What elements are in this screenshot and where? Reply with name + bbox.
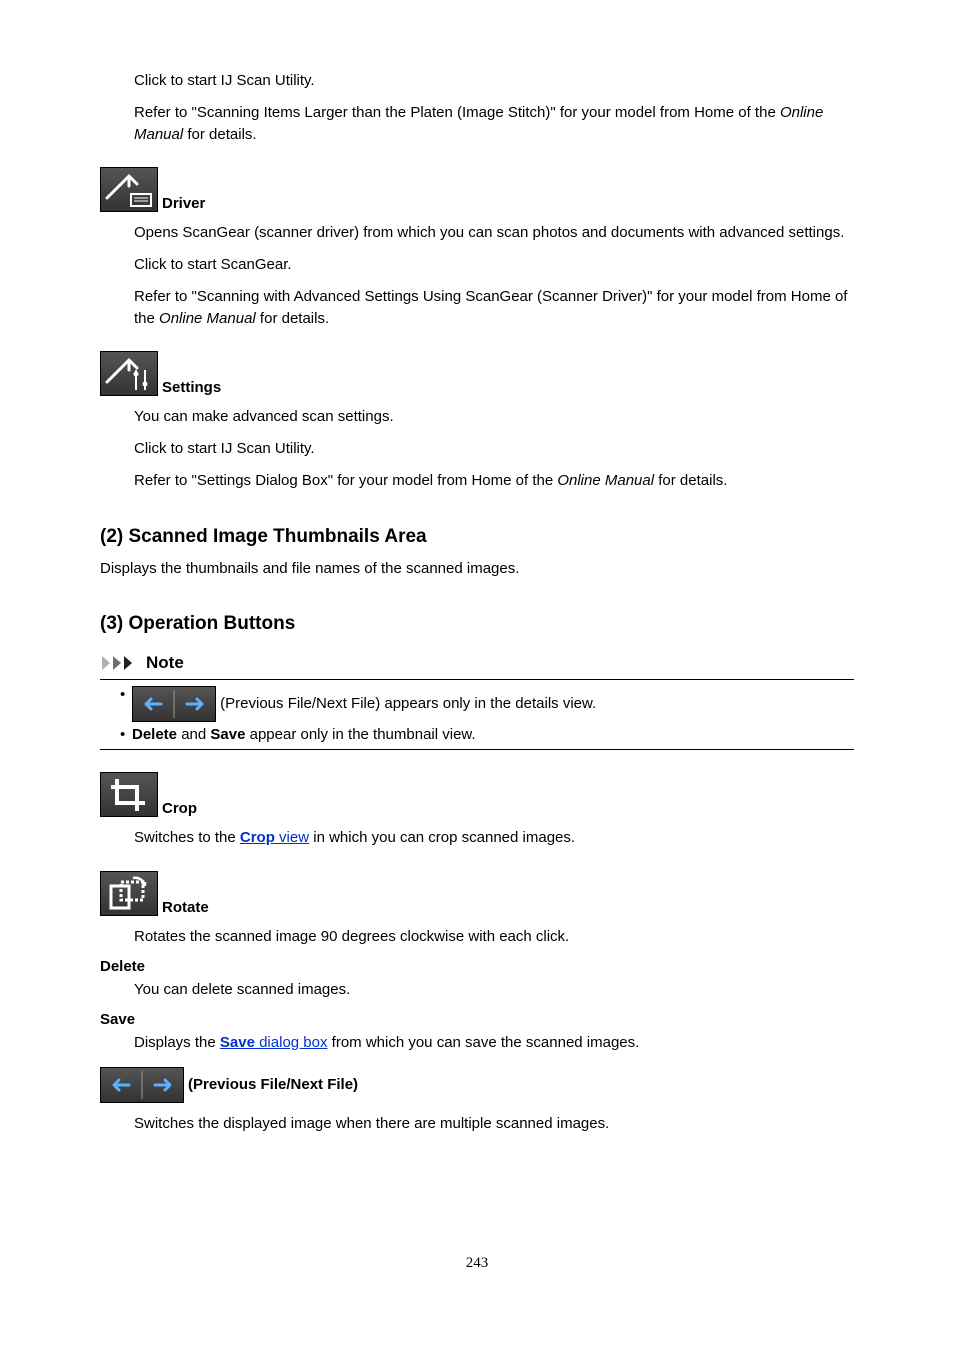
text: for details. [256,310,329,327]
driver-icon [100,167,158,212]
settings-item: Settings You can make advanced scan sett… [100,351,854,491]
note-item-1: (Previous File/Next File) appears only i… [120,686,854,722]
intro-p2: Refer to "Scanning Items Larger than the… [134,102,854,146]
section3-heading: (3) Operation Buttons [100,613,854,635]
text: in which you can crop scanned images. [309,829,575,846]
note-list: (Previous File/Next File) appears only i… [120,686,854,743]
text: appear only in the thumbnail view. [245,726,475,743]
page-number: 243 [100,1255,854,1272]
text: Refer to "Scanning Items Larger than the… [134,104,780,121]
document-page: Click to start IJ Scan Utility. Refer to… [0,0,954,1312]
text: for details. [654,472,727,489]
prevnext-item: (Previous File/Next File) Switches the d… [100,1067,854,1135]
link-bold: Save [220,1034,255,1051]
crop-label: Crop [162,800,197,817]
settings-label: Settings [162,379,221,396]
prev-next-icon [100,1067,184,1103]
prevnext-label: (Previous File/Next File) [188,1076,358,1093]
save-link[interactable]: Save dialog box [220,1034,328,1051]
text: Displays the [134,1034,220,1051]
settings-p3: Refer to "Settings Dialog Box" for your … [134,470,854,492]
divider [100,749,854,750]
intro-block: Click to start IJ Scan Utility. Refer to… [134,70,854,145]
driver-p3: Refer to "Scanning with Advanced Setting… [134,286,854,330]
text: and [177,726,210,743]
text: for details. [183,126,256,143]
driver-item: Driver Opens ScanGear (scanner driver) f… [100,167,854,329]
driver-p1: Opens ScanGear (scanner driver) from whi… [134,222,854,244]
text-italic: Online Manual [557,472,654,489]
link-text: dialog box [255,1034,328,1051]
save-item: Save Displays the Save dialog box from w… [100,1011,854,1054]
note-chevron-icon [100,654,140,672]
intro-p1: Click to start IJ Scan Utility. [134,70,854,92]
text-bold: Delete [132,726,177,743]
prev-next-icon [132,686,216,722]
rotate-label: Rotate [162,899,209,916]
settings-p1: You can make advanced scan settings. [134,406,854,428]
divider [100,679,854,680]
link-bold: Crop [240,829,275,846]
text-bold: Save [210,726,245,743]
note-heading: Note [100,653,854,673]
delete-item: Delete You can delete scanned images. [100,958,854,1001]
rotate-icon [100,871,158,916]
rotate-p1: Rotates the scanned image 90 degrees clo… [134,926,854,948]
text: Switches to the [134,829,240,846]
link-text: view [275,829,309,846]
crop-p1: Switches to the Crop view in which you c… [134,827,854,849]
text: Refer to "Settings Dialog Box" for your … [134,472,557,489]
section2-p1: Displays the thumbnails and file names o… [100,558,854,580]
crop-item: Crop Switches to the Crop view in which … [100,772,854,849]
text: (Previous File/Next File) appears only i… [216,695,596,712]
note-label: Note [146,653,184,673]
driver-p2: Click to start ScanGear. [134,254,854,276]
settings-icon [100,351,158,396]
delete-label: Delete [100,958,854,975]
note-item-2: Delete and Save appear only in the thumb… [120,726,854,743]
driver-label: Driver [162,195,205,212]
rotate-item: Rotate Rotates the scanned image 90 degr… [100,871,854,948]
crop-icon [100,772,158,817]
text: from which you can save the scanned imag… [327,1034,639,1051]
crop-link[interactable]: Crop view [240,829,309,846]
prevnext-p1: Switches the displayed image when there … [134,1113,854,1135]
delete-p1: You can delete scanned images. [134,979,854,1001]
save-p1: Displays the Save dialog box from which … [134,1032,854,1054]
settings-p2: Click to start IJ Scan Utility. [134,438,854,460]
save-label: Save [100,1011,854,1028]
section2-heading: (2) Scanned Image Thumbnails Area [100,526,854,548]
text-italic: Online Manual [159,310,256,327]
